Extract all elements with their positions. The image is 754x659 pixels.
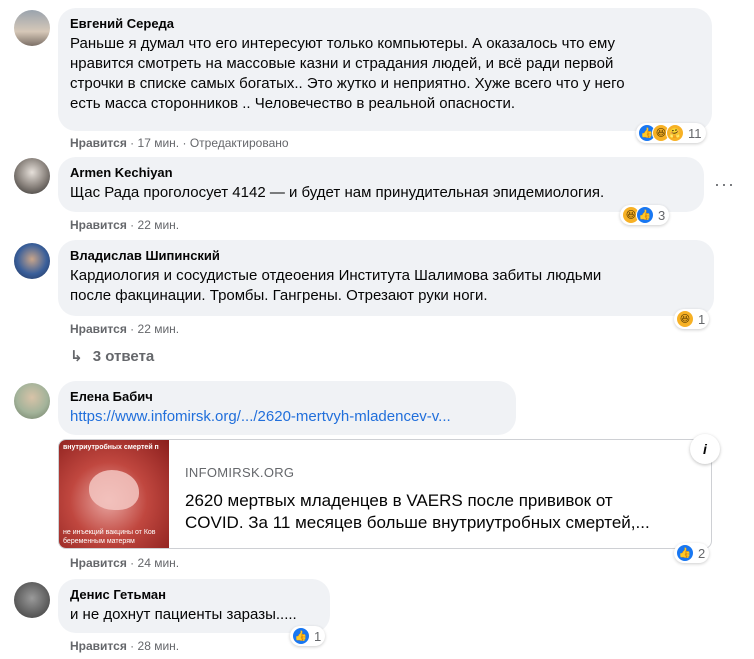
comment-bubble: Armen Kechiyan Щас Рада проголосует 4142… — [58, 157, 704, 212]
comment-text-line: Раньше я думал что его интересуют только… — [70, 35, 615, 52]
thumbnail-caption-line: беременным матерям — [63, 538, 135, 545]
comment-author[interactable]: Владислав Шипинский — [70, 248, 702, 264]
like-button[interactable]: Нравится — [70, 322, 127, 336]
comment-bubble: Евгений Середа Раньше я думал что его ин… — [58, 8, 712, 131]
avatar[interactable] — [14, 383, 50, 419]
view-replies-link[interactable]: ↳ 3 ответа — [70, 347, 154, 365]
separator: · — [130, 136, 135, 150]
like-button[interactable]: Нравится — [70, 639, 127, 653]
reaction-count: 2 — [698, 545, 706, 561]
reaction-count: 1 — [698, 311, 706, 327]
comment-text-line: строчки в списке самых богатых.. Это жут… — [70, 75, 625, 92]
reaction-count: 1 — [314, 628, 322, 644]
comment-meta: Нравится · 22 мин. — [70, 217, 179, 233]
comment-text-line: есть масса сторонников .. Человечество в… — [70, 95, 516, 112]
comment-meta: Нравится · 28 мин. — [70, 638, 179, 654]
like-icon: 👍 — [292, 627, 310, 645]
reaction-count: 11 — [688, 125, 702, 141]
comment-author[interactable]: Денис Гетьман — [70, 587, 318, 603]
reaction-summary[interactable]: 😆 👍 3 — [620, 205, 670, 225]
timestamp[interactable]: 22 мин. — [138, 218, 180, 232]
thumbnail-caption-top: внутриутробных смертей п — [63, 444, 159, 451]
comment-text-line: после факцинации. Тромбы. Гангрены. Отре… — [70, 287, 488, 304]
separator: · — [130, 556, 135, 570]
avatar[interactable] — [14, 10, 50, 46]
comment-author[interactable]: Armen Kechiyan — [70, 165, 692, 181]
like-button[interactable]: Нравится — [70, 218, 127, 232]
reaction-summary[interactable]: 😆 1 — [674, 309, 710, 329]
like-button[interactable]: Нравится — [70, 556, 127, 570]
care-icon: 🤗 — [666, 124, 684, 142]
link-domain: INFOMIRSK.ORG — [185, 465, 295, 480]
comment-link[interactable]: https://www.infomirsk.org/.../2620-mertv… — [70, 407, 504, 427]
edited-label: Отредактировано — [189, 136, 289, 150]
separator: · — [130, 639, 135, 653]
link-preview-card[interactable]: внутриутробных смертей п не инъекций вак… — [58, 439, 712, 549]
fetus-image — [89, 470, 139, 510]
reaction-summary[interactable]: 👍 1 — [290, 626, 326, 646]
like-icon: 👍 — [676, 544, 694, 562]
separator: · — [130, 322, 135, 336]
link-title-line: COVID. За 11 месяцев больше внутриутробн… — [185, 513, 650, 532]
separator: · — [130, 218, 135, 232]
avatar[interactable] — [14, 582, 50, 618]
timestamp[interactable]: 24 мин. — [138, 556, 180, 570]
link-title-line: 2620 мертвых младенцев в VAERS после при… — [185, 491, 613, 510]
comment-meta: Нравится · 22 мин. — [70, 321, 179, 337]
comment-bubble: Елена Бабич https://www.infomirsk.org/..… — [58, 381, 516, 435]
avatar[interactable] — [14, 243, 50, 279]
comment-author[interactable]: Евгений Середа — [70, 16, 700, 32]
timestamp[interactable]: 28 мин. — [138, 639, 180, 653]
reaction-summary[interactable]: 👍 2 — [674, 543, 710, 563]
comment-text-line: нравится смотреть на массовые казни и ст… — [70, 55, 614, 72]
separator: · — [182, 136, 187, 150]
comment-meta: Нравится · 17 мин. · Отредактировано — [70, 135, 289, 151]
avatar[interactable] — [14, 158, 50, 194]
timestamp[interactable]: 17 мин. — [138, 136, 180, 150]
comment-meta: Нравится · 24 мин. — [70, 555, 179, 571]
replies-count: 3 ответа — [92, 348, 155, 365]
like-icon: 👍 — [636, 206, 654, 224]
reply-arrow-icon: ↳ — [70, 348, 83, 365]
comment-text-line: Кардиология и сосудистые отдеоения Инсти… — [70, 267, 602, 284]
comment-bubble: Владислав Шипинский Кардиология и сосуди… — [58, 240, 714, 316]
thumbnail-caption-bottom: не инъекций вакцины от Ков беременным ма… — [59, 528, 169, 546]
thumbnail-caption-line: не инъекций вакцины от Ков — [63, 529, 156, 536]
link-preview-thumbnail: внутриутробных смертей п не инъекций вак… — [59, 440, 169, 548]
info-icon[interactable]: i — [690, 434, 720, 464]
haha-icon: 😆 — [676, 310, 694, 328]
like-button[interactable]: Нравится — [70, 136, 127, 150]
more-options-icon[interactable]: ··· — [714, 174, 735, 195]
timestamp[interactable]: 22 мин. — [138, 322, 180, 336]
reaction-count: 3 — [658, 207, 666, 223]
comment-bubble: Денис Гетьман и не дохнут пациенты зараз… — [58, 579, 330, 633]
comment-author[interactable]: Елена Бабич — [70, 389, 504, 405]
comment-text-line: Щас Рада проголосует 4142 — и будет нам … — [70, 184, 605, 201]
comment-text-line: и не дохнут пациенты заразы..... — [70, 606, 297, 623]
reaction-summary[interactable]: 👍 😆 🤗 11 — [636, 123, 706, 143]
link-title: 2620 мертвых младенцев в VAERS после при… — [185, 490, 705, 534]
